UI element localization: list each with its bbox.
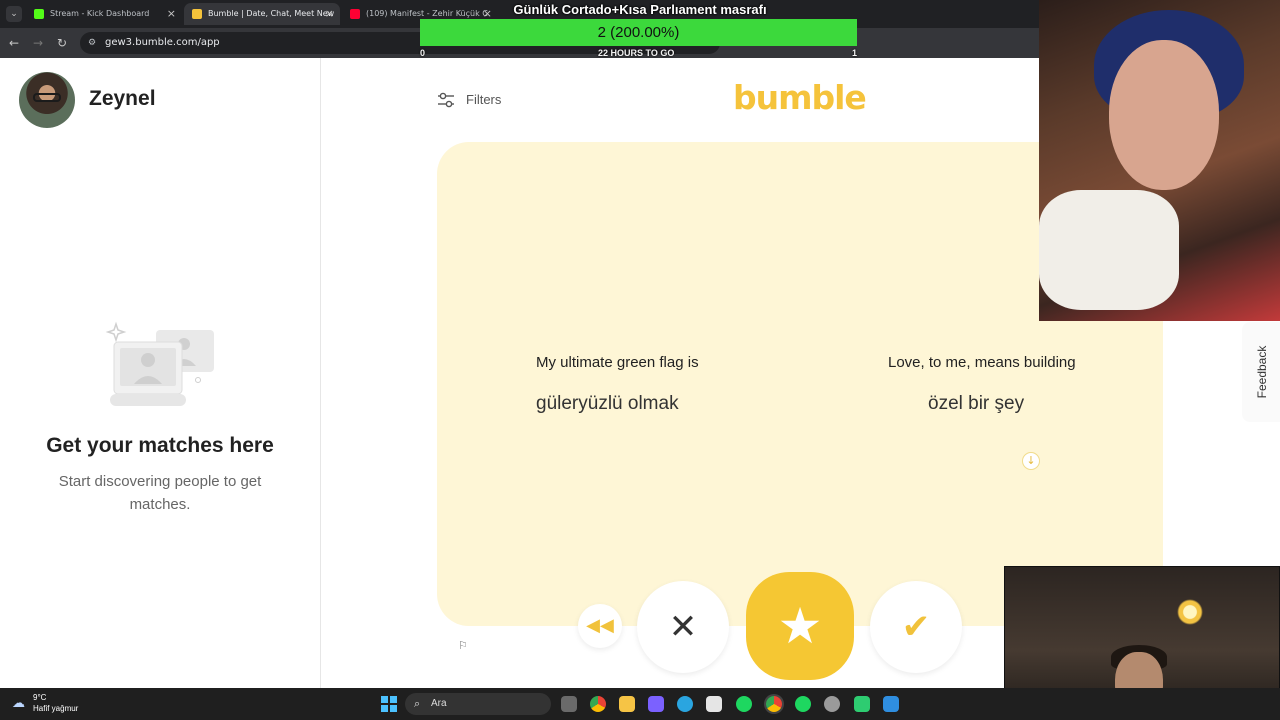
file-explorer-icon[interactable] [619, 696, 635, 712]
check-icon: ✔ [901, 607, 931, 647]
avatar-glasses [33, 93, 61, 102]
edge-icon[interactable] [677, 696, 693, 712]
sliders-icon [438, 92, 454, 108]
paint-icon[interactable] [883, 696, 899, 712]
prompt-answer: özel bir şey [928, 393, 1025, 414]
url-text: gew3.bumble.com/app [105, 37, 220, 48]
close-tab-icon[interactable]: × [325, 3, 334, 25]
bumble-logo: bumble [733, 78, 867, 117]
back-arrow-icon[interactable]: ← [6, 35, 22, 51]
rewind-icon: ◀◀ [586, 615, 614, 636]
matches-sidebar: Zeynel Get your matches here Start disco… [0, 58, 321, 688]
like-button[interactable]: ✔ [870, 581, 962, 673]
empty-matches-title: Get your matches here [46, 434, 274, 457]
search-icon: ⌕ [414, 697, 421, 710]
copilot-icon[interactable] [648, 696, 664, 712]
youtube-icon [350, 9, 360, 19]
filters-label: Filters [466, 92, 502, 107]
star-icon: ★ [777, 597, 823, 655]
empty-matches-illustration [105, 321, 214, 406]
webcam-guest-face [1109, 40, 1219, 190]
spotify-icon[interactable] [736, 696, 752, 712]
avatar[interactable] [19, 72, 75, 128]
close-tab-icon[interactable]: × [167, 3, 176, 25]
rewind-button[interactable]: ◀◀ [578, 604, 622, 648]
tab-label: Stream - Kick Dashboard [50, 9, 150, 18]
task-view-icon[interactable] [561, 696, 577, 712]
weather-cloud-icon[interactable]: ☁ [12, 696, 30, 712]
close-icon: ✕ [668, 607, 698, 647]
tab-label: (109) Manifest - Zehir Küçük C [366, 9, 488, 18]
prompt-question: Love, to me, means building [888, 354, 1076, 371]
site-info-icon[interactable]: ⚙ [88, 36, 100, 50]
bumble-icon [192, 9, 202, 19]
store-icon[interactable] [706, 696, 722, 712]
stream-goal-caption: 0 22 HOURS TO GO 1 [420, 48, 857, 58]
weather-description[interactable]: Hafif yağmur [33, 704, 78, 713]
forward-arrow-icon[interactable]: → [30, 35, 46, 51]
scroll-down-icon[interactable]: ↓ [1022, 452, 1040, 470]
tab-search-button[interactable]: ⌄ [6, 6, 22, 22]
tab-kick-dashboard[interactable]: Stream - Kick Dashboard × [26, 3, 182, 25]
spotify-icon[interactable] [795, 696, 811, 712]
obs-icon[interactable] [824, 696, 840, 712]
goal-start-value: 0 [420, 48, 426, 58]
prompt-answer: güleryüzlü olmak [536, 393, 679, 414]
goal-end-value: 1 [851, 48, 857, 58]
windows-start-icon[interactable] [381, 696, 397, 712]
empty-matches-description: Start discovering people to get matches. [58, 473, 262, 513]
kick-icon [34, 9, 44, 19]
chat-app-icon[interactable] [854, 696, 870, 712]
taskbar-search[interactable]: ⌕ Ara [405, 693, 551, 715]
report-flag-icon[interactable]: ⚐ [458, 640, 470, 652]
taskbar-search-placeholder: Ara [431, 698, 447, 709]
prompt-question: My ultimate green flag is [536, 354, 699, 371]
pass-button[interactable]: ✕ [637, 581, 729, 673]
webcam-overlay-guest [1039, 0, 1280, 321]
goal-time-left: 22 HOURS TO GO [598, 48, 675, 58]
profile-name[interactable]: Zeynel [89, 87, 156, 111]
stream-goal-bar: 2 (200.00%) [420, 19, 857, 46]
reload-icon[interactable]: ↻ [54, 35, 70, 51]
tab-label: Bumble | Date, Chat, Meet New [208, 9, 335, 18]
chrome-icon[interactable] [590, 696, 606, 712]
stream-goal-title: Günlük Cortado+Kısa Parlıament masrafı [513, 2, 767, 17]
stream-goal-text: 2 (200.00%) [597, 24, 680, 41]
webcam-lamp [1177, 599, 1203, 625]
tab-bumble[interactable]: Bumble | Date, Chat, Meet New × [184, 3, 340, 25]
webcam-guest-blanket [1039, 190, 1179, 310]
chrome-active-icon[interactable] [766, 696, 782, 712]
weather-temperature[interactable]: 9°C [33, 693, 46, 702]
superswipe-button[interactable]: ★ [746, 572, 854, 680]
feedback-label[interactable]: Feedback [1255, 346, 1269, 399]
windows-taskbar: ☁ 9°C Hafif yağmur ⌕ Ara [0, 688, 1280, 720]
